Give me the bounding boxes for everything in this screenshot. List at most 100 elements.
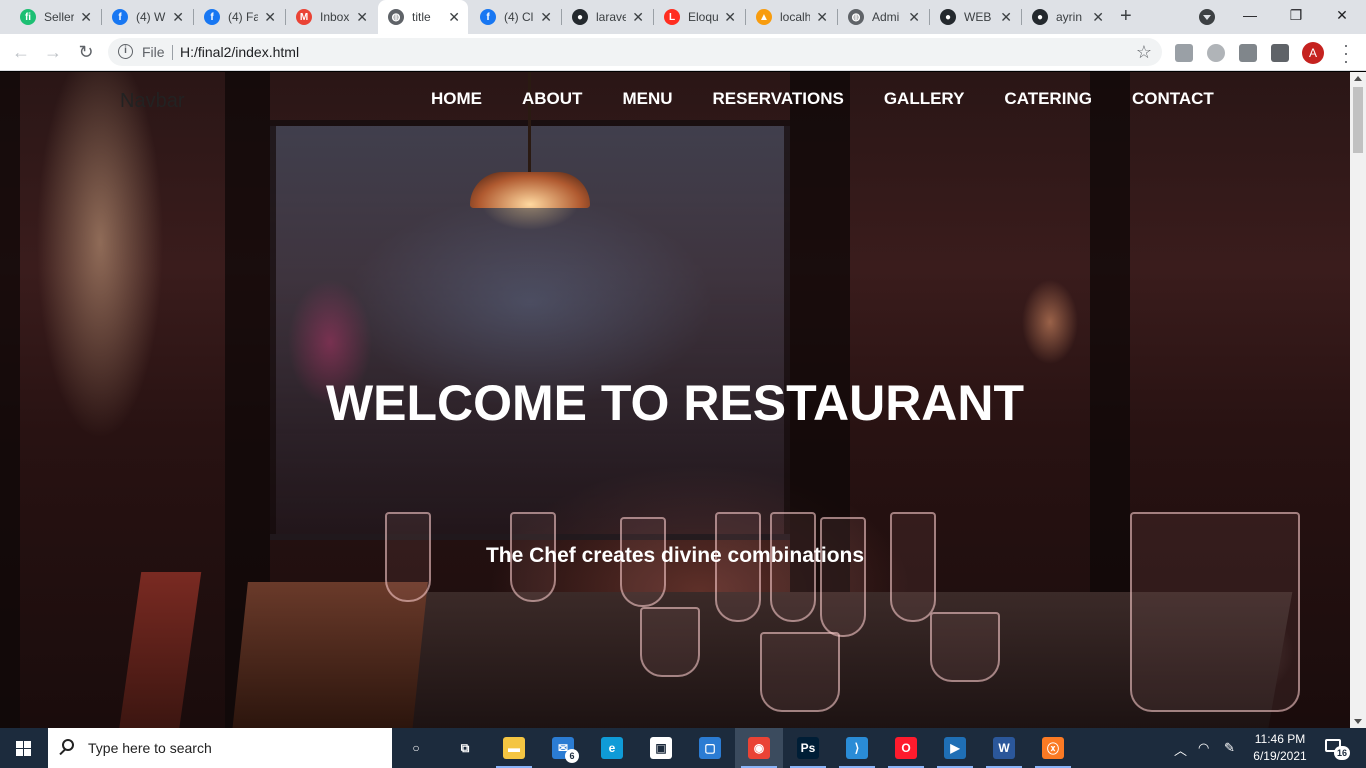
file-explorer-icon: ▬ [503, 737, 525, 759]
nav-link-contact[interactable]: CONTACT [1132, 89, 1214, 109]
menu-kebab-icon[interactable]: · · · [1343, 36, 1349, 70]
close-window-button[interactable]: ✕ [1322, 4, 1362, 28]
browser-tab[interactable]: ● ayrin ✕ [1022, 0, 1112, 34]
nav-link-about[interactable]: ABOUT [522, 89, 582, 109]
tab-close-icon[interactable]: ✕ [80, 9, 92, 25]
profile-avatar[interactable]: A [1302, 42, 1324, 64]
scroll-down-arrow-icon[interactable] [1354, 719, 1362, 724]
tab-close-icon[interactable]: ✕ [448, 9, 460, 25]
nav-link-home[interactable]: HOME [431, 89, 482, 109]
back-button[interactable]: ← [10, 42, 32, 62]
tab-close-icon[interactable]: ✕ [632, 9, 644, 25]
browser-tab[interactable]: M Inbox ✕ [286, 0, 376, 34]
start-button[interactable] [0, 728, 48, 768]
new-tab-button[interactable]: + [1120, 6, 1140, 28]
browser-toolbar: ← → ↻ i File H:/final2/index.html ☆ [0, 34, 1366, 71]
github-icon: ● [940, 9, 956, 25]
tab-separator [653, 9, 654, 25]
taskbar-app[interactable]: ▣ [637, 728, 685, 768]
taskbar-app[interactable]: ⧉ [441, 728, 489, 768]
clock-date: 6/19/2021 [1253, 749, 1307, 763]
system-clock[interactable]: 11:46 PM 6/19/2021 [1250, 731, 1310, 765]
browser-tab[interactable]: f (4) Cl ✕ [470, 0, 560, 34]
pen-icon[interactable]: ✎ [1224, 740, 1235, 756]
taskbar-app[interactable]: ⟩ [833, 728, 881, 768]
tab-close-icon[interactable]: ✕ [724, 9, 736, 25]
tab-close-icon[interactable]: ✕ [264, 9, 276, 25]
taskbar-search[interactable]: Type here to search [48, 728, 392, 768]
tab-close-icon[interactable]: ✕ [356, 9, 368, 25]
scroll-up-arrow-icon[interactable] [1354, 76, 1362, 81]
chair [232, 582, 428, 728]
info-icon[interactable]: i [118, 44, 133, 59]
navbar-brand[interactable]: Navbar [120, 90, 184, 113]
browser-tab[interactable]: ● larave ✕ [562, 0, 652, 34]
browser-tab[interactable]: f (4) W ✕ [102, 0, 192, 34]
browser-tab[interactable]: ◍ Admi ✕ [838, 0, 928, 34]
browser-tab[interactable]: fi Seller ✕ [10, 0, 100, 34]
taskbar-app[interactable]: O [882, 728, 930, 768]
fiverr-icon: fi [20, 9, 36, 25]
nav-link-gallery[interactable]: GALLERY [884, 89, 965, 109]
taskbar-app[interactable]: ▬ [490, 728, 538, 768]
sync-extension-icon[interactable] [1207, 44, 1225, 62]
chrome-icon: ◉ [748, 737, 770, 759]
browser-tab[interactable]: ◍ title ✕ [378, 0, 468, 34]
taskbar-app[interactable]: ◉ [735, 728, 783, 768]
scroll-thumb[interactable] [1353, 87, 1363, 153]
tab-separator [193, 9, 194, 25]
browser-tab[interactable]: ● WEB ✕ [930, 0, 1020, 34]
camera-extension-icon[interactable] [1239, 44, 1257, 62]
bookmark-star-icon[interactable]: ☆ [1136, 42, 1152, 63]
taskbar-app[interactable]: W [980, 728, 1028, 768]
taskbar-app[interactable]: ○ [392, 728, 440, 768]
tab-close-icon[interactable]: ✕ [540, 9, 552, 25]
reload-button[interactable]: ↻ [75, 42, 97, 62]
wine-glass [760, 632, 840, 712]
tab-title: ayrin [1056, 10, 1083, 24]
tab-close-icon[interactable]: ✕ [908, 9, 920, 25]
taskbar-app[interactable]: Ps [784, 728, 832, 768]
tab-separator [837, 9, 838, 25]
facebook-icon: f [480, 9, 496, 25]
tab-close-icon[interactable]: ✕ [816, 9, 828, 25]
wifi-icon[interactable]: ◠ [1198, 740, 1209, 756]
hero-title: WELCOME TO RESTAURANT [325, 375, 1025, 431]
url-text[interactable]: H:/final2/index.html [180, 44, 299, 60]
notification-center-icon[interactable]: 16 [1322, 736, 1350, 760]
tab-title: title [412, 10, 431, 24]
tab-title: larave [596, 10, 626, 24]
page-scrollbar[interactable] [1350, 72, 1366, 728]
tab-search-button[interactable] [1199, 9, 1215, 25]
edge-icon: e [601, 737, 623, 759]
wine-glass [1130, 512, 1300, 712]
tab-title: WEB [964, 10, 992, 24]
pdf-extension-icon[interactable] [1175, 44, 1193, 62]
taskbar-app[interactable]: ▶ [931, 728, 979, 768]
minimize-button[interactable]: — [1230, 4, 1270, 28]
nav-link-menu[interactable]: MENU [622, 89, 672, 109]
tab-close-icon[interactable]: ✕ [1000, 9, 1012, 25]
show-hidden-icons-chevron-icon[interactable]: ︿ [1174, 740, 1187, 759]
taskbar-app[interactable]: ⓧ [1029, 728, 1077, 768]
chair [118, 572, 202, 728]
tab-close-icon[interactable]: ✕ [1092, 9, 1104, 25]
browser-tab[interactable]: f (4) Fa ✕ [194, 0, 284, 34]
vscode-icon: ⟩ [846, 737, 868, 759]
browser-tab[interactable]: ▲ localh ✕ [746, 0, 836, 34]
tab-separator [285, 9, 286, 25]
taskbar-app[interactable]: e [588, 728, 636, 768]
tab-title: Seller [44, 10, 74, 24]
puzzle-icon[interactable] [1271, 44, 1289, 62]
page-viewport: Navbar HOME ABOUT MENU RESERVATIONS GALL… [0, 72, 1350, 728]
restore-button[interactable]: ❐ [1276, 4, 1316, 28]
tab-close-icon[interactable]: ✕ [172, 9, 184, 25]
browser-tab[interactable]: L Eloqu ✕ [654, 0, 744, 34]
nav-link-reservations[interactable]: RESERVATIONS [713, 89, 844, 109]
taskbar-app[interactable]: ▢ [686, 728, 734, 768]
forward-button[interactable]: → [42, 42, 64, 62]
address-bar[interactable]: i File H:/final2/index.html ☆ [108, 38, 1162, 66]
nav-link-catering[interactable]: CATERING [1004, 89, 1092, 109]
opera-icon: O [895, 737, 917, 759]
taskbar-app[interactable]: ✉ 6 [539, 728, 587, 768]
